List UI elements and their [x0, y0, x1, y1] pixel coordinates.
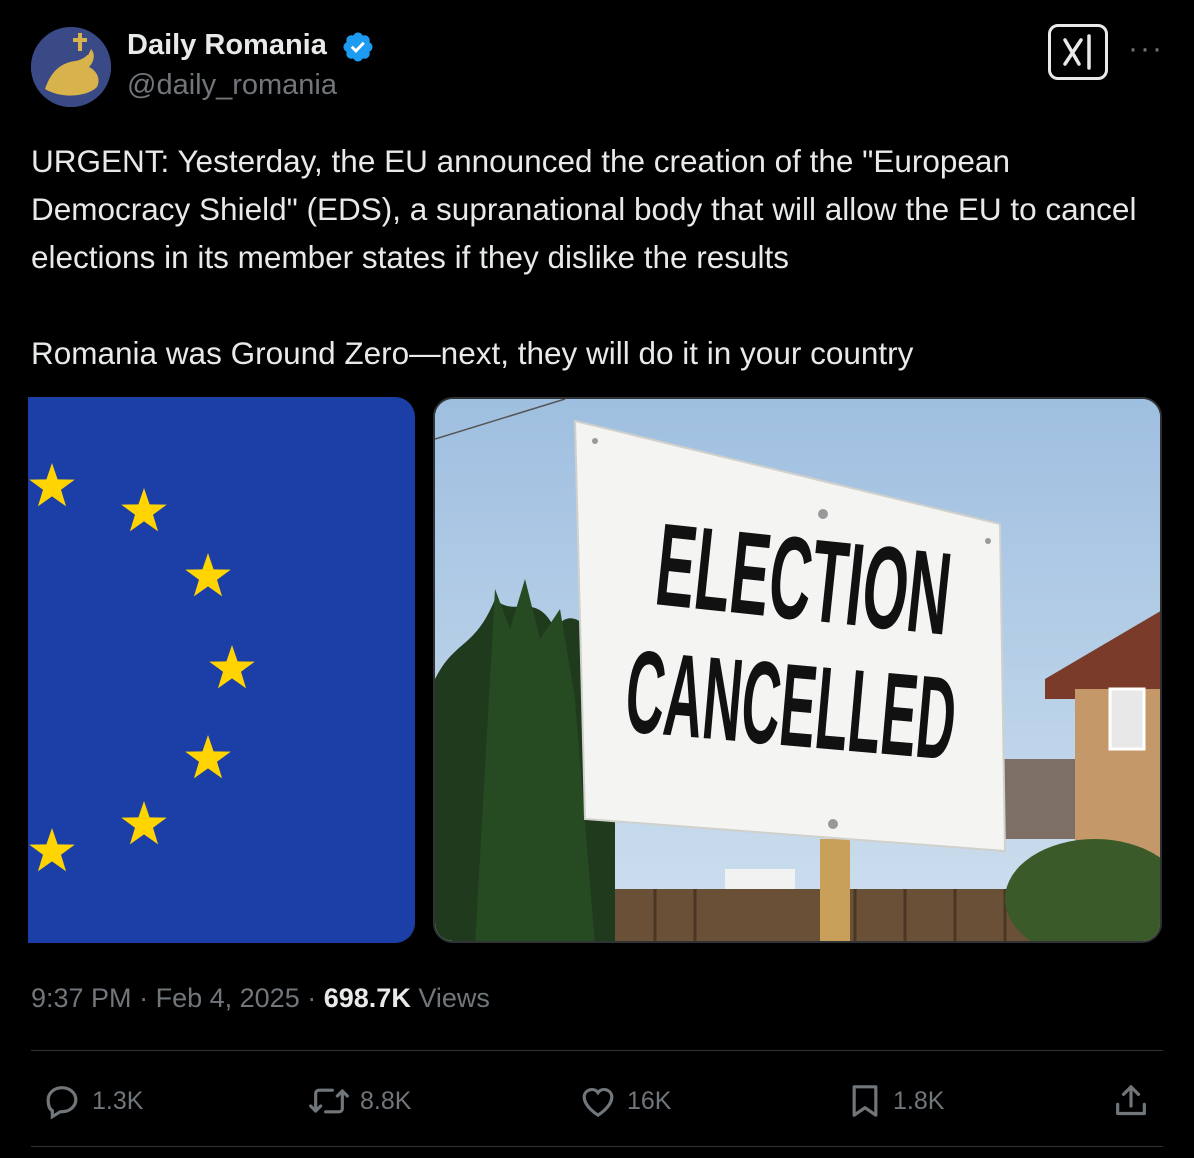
views-label: Views	[418, 983, 490, 1013]
election-sign-photo: ELECTION CANCELLED	[435, 399, 1160, 941]
avatar[interactable]	[31, 27, 111, 107]
post-metadata: 9:37 PM · Feb 4, 2025 · 698.7K Views	[31, 980, 490, 1016]
like-count: 16K	[627, 1086, 672, 1115]
post-date[interactable]: Feb 4, 2025	[156, 983, 300, 1013]
separator-dot: ·	[139, 983, 149, 1013]
share-button[interactable]	[1110, 1080, 1160, 1122]
repost-button[interactable]: 8.8K	[306, 1080, 411, 1122]
heart-icon	[582, 1088, 614, 1118]
post-time[interactable]: 9:37 PM	[31, 983, 132, 1013]
post-text: URGENT: Yesterday, the EU announced the …	[31, 143, 1137, 371]
like-button[interactable]: 16K	[577, 1080, 671, 1122]
display-name[interactable]: Daily Romania	[127, 27, 327, 63]
repost-icon	[309, 1088, 349, 1114]
divider	[31, 1050, 1163, 1051]
reply-button[interactable]: 1.3K	[40, 1080, 143, 1122]
grok-icon[interactable]	[1048, 24, 1108, 80]
verified-badge-icon[interactable]	[341, 30, 375, 64]
eu-flag-stars	[29, 463, 255, 872]
reply-count: 1.3K	[92, 1086, 144, 1115]
media-image-eu-flag[interactable]	[28, 397, 415, 943]
divider	[31, 1146, 1163, 1147]
bookmark-count: 1.8K	[893, 1086, 945, 1115]
media-image-election-sign[interactable]: ELECTION CANCELLED	[433, 397, 1162, 943]
handle[interactable]: @daily_romania	[127, 67, 337, 103]
separator-dot: ·	[307, 983, 317, 1013]
bookmark-icon	[852, 1085, 878, 1117]
views-count: 698.7K	[323, 983, 411, 1013]
reply-icon	[46, 1086, 78, 1120]
avatar-bird-icon	[31, 27, 111, 107]
bookmark-button[interactable]: 1.8K	[845, 1080, 944, 1122]
repost-count: 8.8K	[360, 1086, 412, 1115]
share-icon	[1116, 1085, 1146, 1116]
more-options-icon[interactable]: ···	[1128, 34, 1164, 64]
